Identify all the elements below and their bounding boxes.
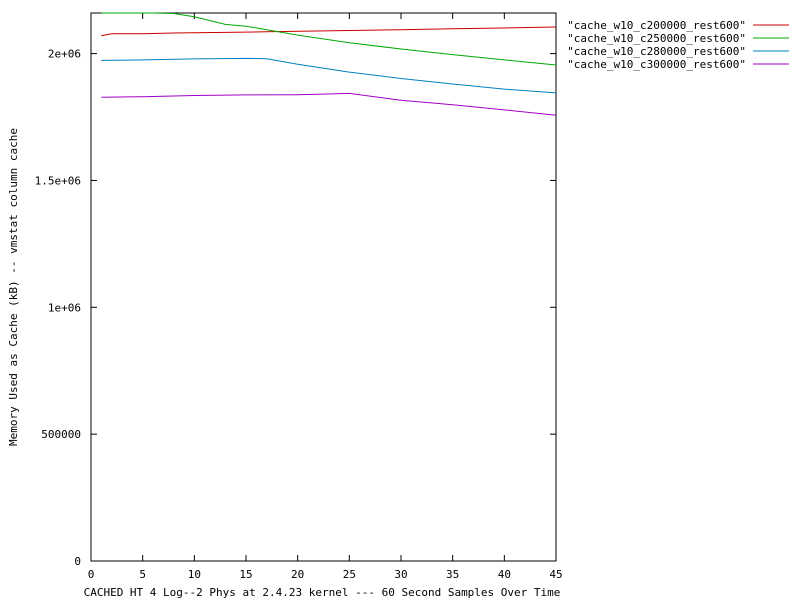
y-tick-label: 1e+06 [48, 301, 81, 314]
series-line-3 [101, 57, 557, 94]
y-ticks: 0 500000 1e+06 1.5e+06 2e+06 [35, 48, 556, 568]
y-tick-label: 2e+06 [48, 48, 81, 61]
y-tick-label: 0 [74, 555, 81, 568]
x-tick-label: 15 [239, 568, 252, 581]
legend-label-4: "cache_w10_c300000_rest600" [567, 58, 746, 71]
series-line-4 [101, 92, 557, 116]
x-tick-label: 35 [446, 568, 459, 581]
x-tick-label: 0 [88, 568, 95, 581]
series-line-2 [101, 12, 557, 66]
series-group [101, 12, 557, 116]
series-line-1 [101, 26, 557, 37]
y-tick-label: 500000 [41, 428, 81, 441]
legend-label-3: "cache_w10_c280000_rest600" [567, 45, 746, 58]
y-tick-label: 1.5e+06 [35, 174, 81, 187]
x-tick-label: 25 [343, 568, 356, 581]
x-tick-label: 40 [498, 568, 511, 581]
x-tick-label: 45 [549, 568, 562, 581]
legend-label-1: "cache_w10_c200000_rest600" [567, 19, 746, 32]
x-tick-label: 10 [188, 568, 201, 581]
x-tick-label: 5 [139, 568, 146, 581]
x-axis-title: CACHED HT 4 Log--2 Phys at 2.4.23 kernel… [84, 586, 561, 599]
chart-svg: 0 5 10 15 20 25 30 35 40 45 0 500000 1e+06 1.5e+06 2e… [7, 12, 789, 599]
legend: "cache_w10_c200000_rest600""cache_w10_c2… [567, 19, 789, 71]
x-ticks: 0 5 10 15 20 25 30 35 40 45 [88, 13, 563, 581]
legend-label-2: "cache_w10_c250000_rest600" [567, 32, 746, 45]
plot-frame [90, 12, 557, 562]
y-axis-title: Memory Used as Cache (kB) -- vmstat colu… [7, 128, 20, 446]
x-tick-label: 30 [394, 568, 407, 581]
x-tick-label: 20 [291, 568, 304, 581]
